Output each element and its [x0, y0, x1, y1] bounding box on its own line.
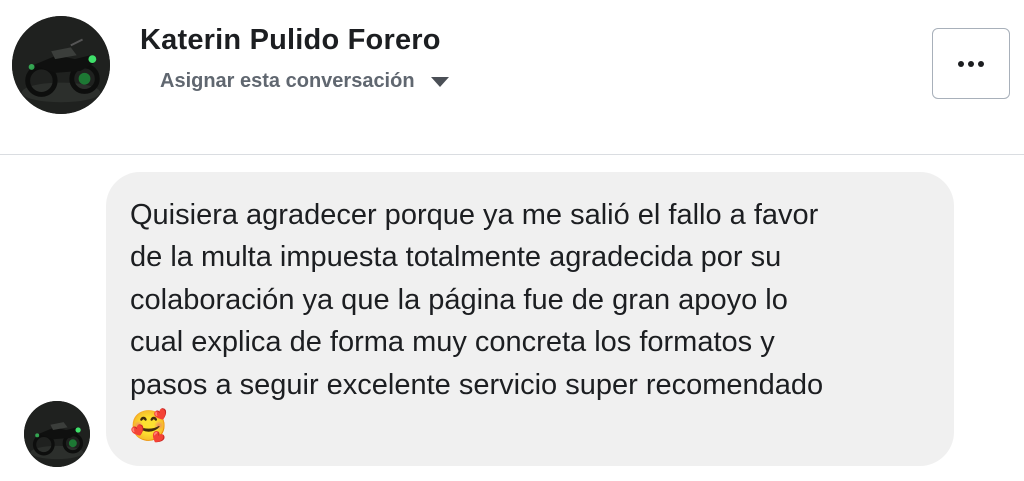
motorcycle-photo-icon [24, 401, 90, 467]
motorcycle-photo-icon [12, 16, 110, 114]
contact-name[interactable]: Katerin Pulido Forero [140, 24, 441, 57]
assign-conversation-label: Asignar esta conversación [160, 70, 415, 92]
caret-down-icon [430, 76, 449, 87]
conversation-header: Katerin Pulido Forero Asignar esta conve… [0, 0, 1024, 154]
header-divider [0, 154, 1024, 155]
contact-avatar[interactable] [12, 16, 110, 114]
sender-avatar[interactable] [24, 401, 90, 467]
assign-conversation-dropdown[interactable]: Asignar esta conversación [160, 70, 449, 93]
message-text: Quisiera agradecer porque ya me salió el… [130, 199, 824, 401]
message-bubble: Quisiera agradecer porque ya me salió el… [106, 172, 954, 466]
smiling-face-with-hearts-emoji: 🥰 [130, 410, 168, 444]
ellipsis-icon [958, 60, 984, 67]
more-options-button[interactable] [932, 28, 1010, 99]
